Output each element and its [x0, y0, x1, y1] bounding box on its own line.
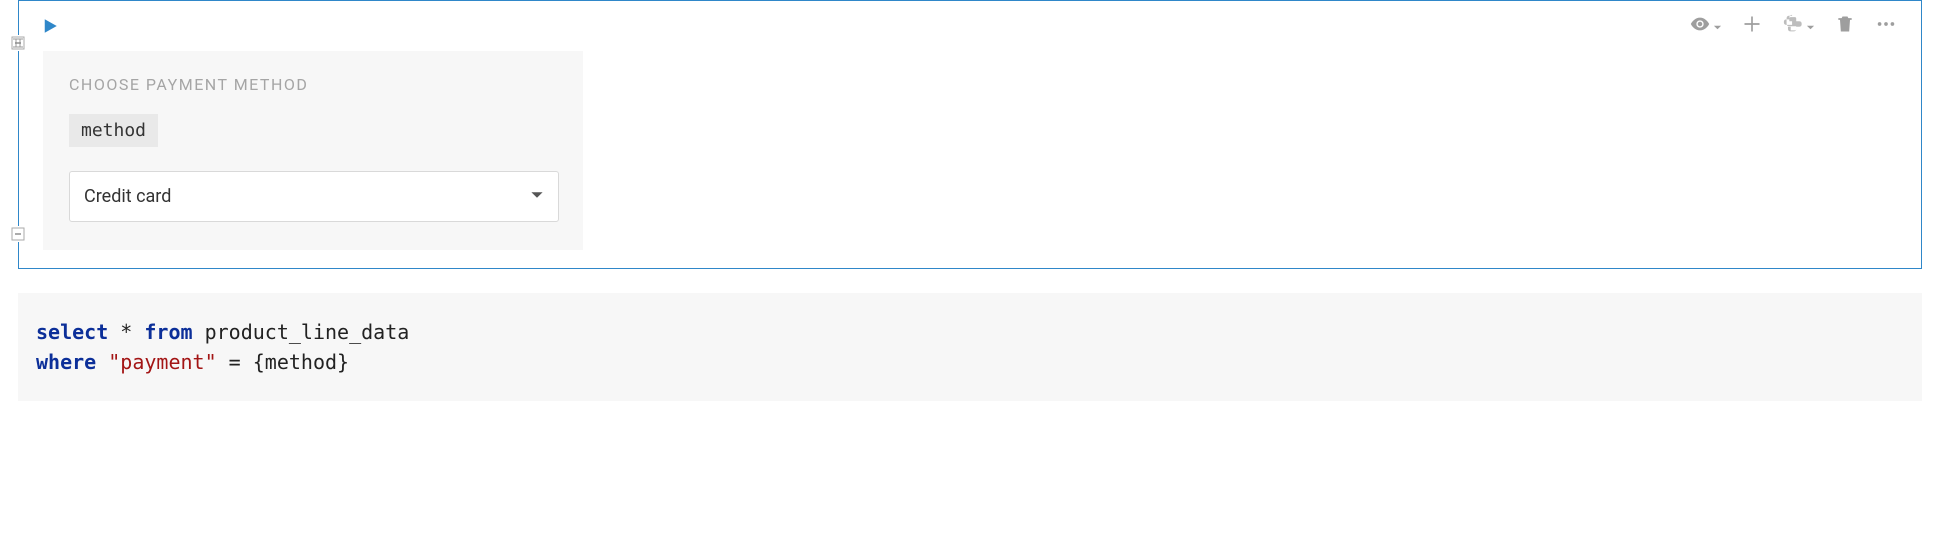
- fold-handle-bottom[interactable]: [10, 226, 26, 242]
- variable-chip: method: [69, 114, 158, 147]
- more-icon: [1875, 13, 1897, 39]
- sql-template-var: {method}: [253, 350, 349, 374]
- sql-keyword: where: [36, 350, 96, 374]
- form-title: CHOOSE PAYMENT METHOD: [69, 75, 557, 94]
- plus-icon: [1742, 14, 1762, 38]
- caret-down-icon: [1713, 17, 1722, 36]
- caret-down-icon: [530, 186, 544, 207]
- kernel-menu[interactable]: [1782, 13, 1815, 39]
- visibility-menu[interactable]: [1689, 13, 1722, 39]
- sql-keyword: from: [144, 320, 192, 344]
- select-value: Credit card: [84, 186, 171, 207]
- trash-icon: [1835, 14, 1855, 38]
- run-cell-button[interactable]: [39, 15, 61, 37]
- sql-token: product_line_data: [193, 320, 410, 344]
- cell-toolbar: [1689, 13, 1897, 39]
- sql-token: *: [108, 320, 144, 344]
- notebook-cell: CHOOSE PAYMENT METHOD method Credit card: [18, 0, 1922, 269]
- more-actions-button[interactable]: [1875, 13, 1897, 39]
- sql-keyword: select: [36, 320, 108, 344]
- eye-icon: [1689, 13, 1711, 39]
- fold-handle-top[interactable]: [10, 35, 26, 51]
- caret-down-icon: [1806, 17, 1815, 36]
- python-icon: [1782, 13, 1804, 39]
- add-cell-button[interactable]: [1742, 14, 1762, 38]
- sql-string: "payment": [96, 350, 216, 374]
- payment-method-select[interactable]: Credit card: [69, 171, 559, 222]
- form-card: CHOOSE PAYMENT METHOD method Credit card: [43, 51, 583, 250]
- cell-header: [43, 13, 1897, 47]
- delete-cell-button[interactable]: [1835, 14, 1855, 38]
- sql-code-cell[interactable]: select * from product_line_data where "p…: [18, 293, 1922, 401]
- sql-token: =: [217, 350, 253, 374]
